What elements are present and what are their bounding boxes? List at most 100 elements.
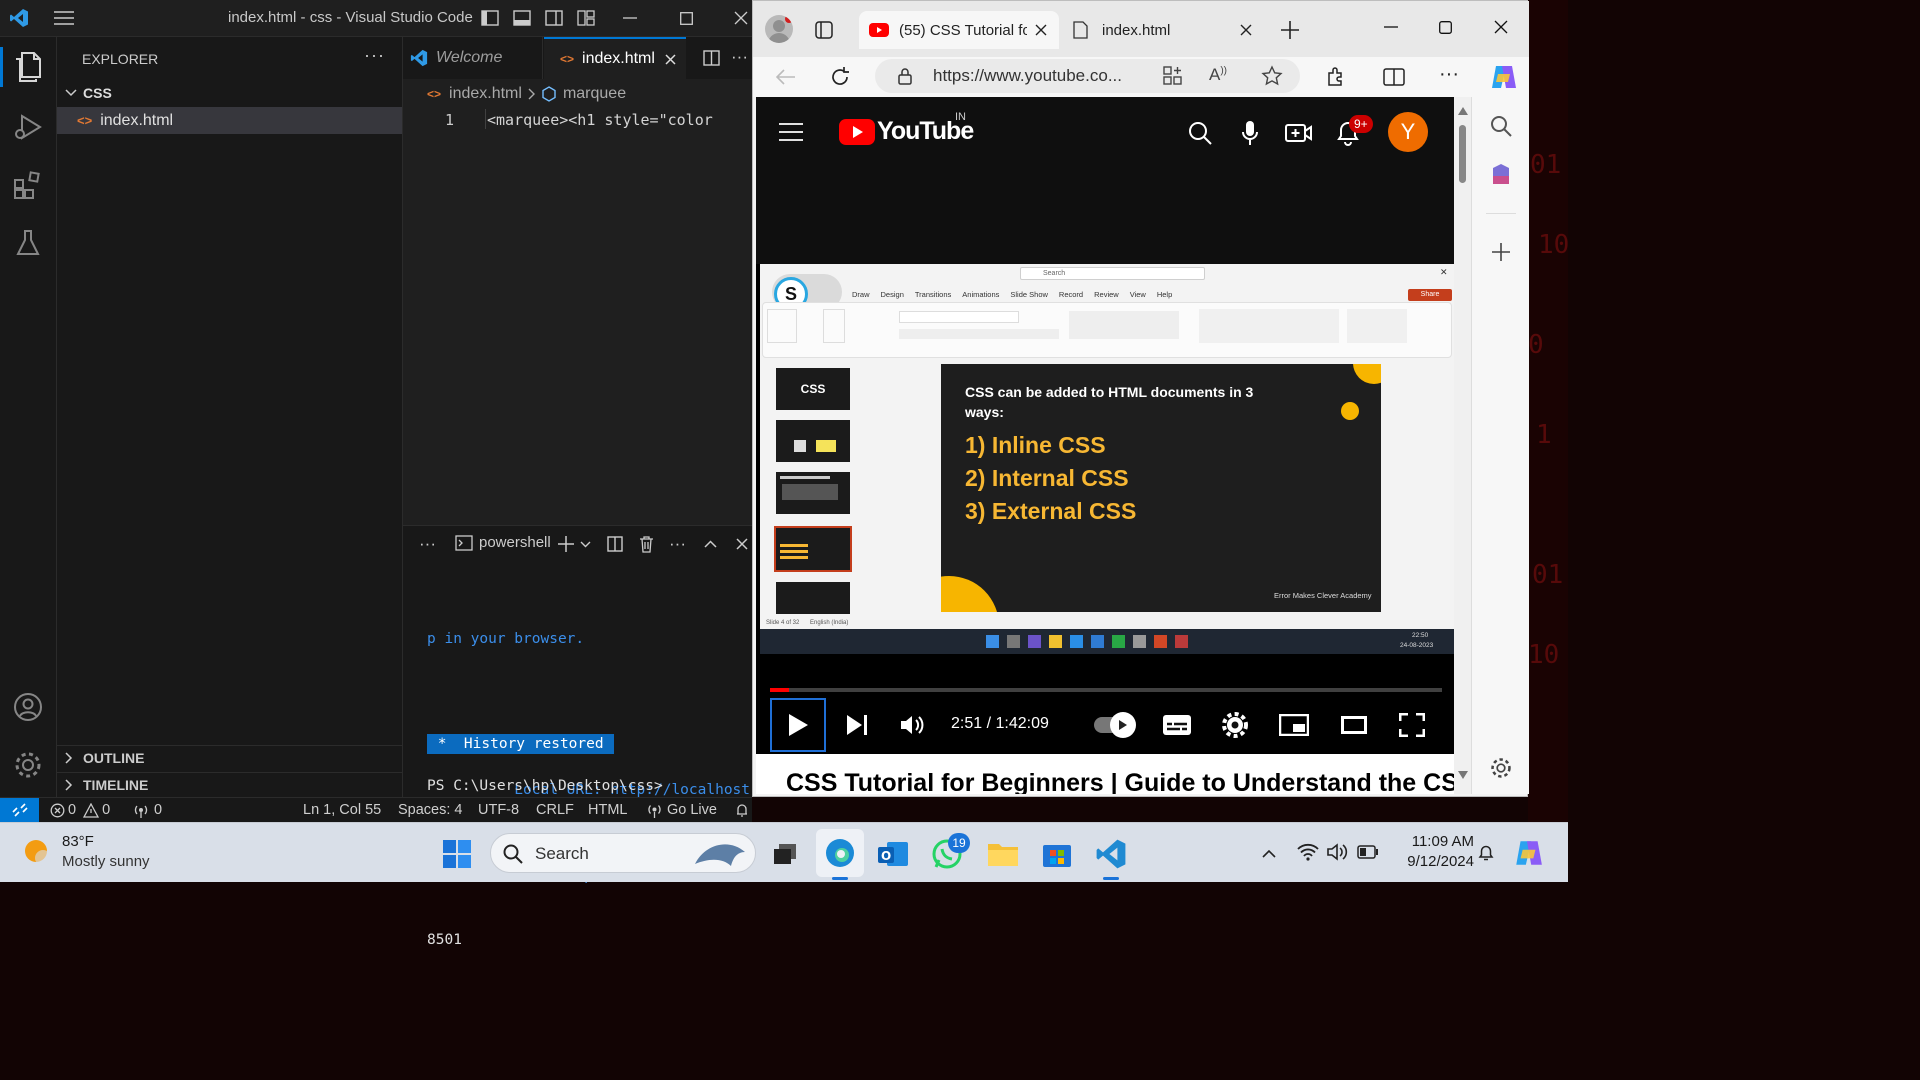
tab-close-icon[interactable] [665, 53, 676, 65]
timeline-section[interactable]: TIMELINE [57, 772, 402, 796]
cursor-position[interactable]: Ln 1, Col 55 [303, 802, 381, 818]
split-editor-icon[interactable] [701, 48, 721, 68]
end-of-line[interactable]: CRLF [536, 802, 574, 818]
editor-more-icon[interactable]: ··· [731, 47, 748, 67]
customize-layout-icon[interactable] [576, 9, 596, 27]
split-screen-icon[interactable] [1381, 64, 1407, 90]
settings-gear-icon[interactable] [1220, 710, 1250, 740]
go-live-button[interactable]: Go Live [647, 802, 717, 818]
tab-actions-icon[interactable] [813, 19, 835, 41]
notification-bell-icon[interactable] [1474, 841, 1498, 865]
read-aloud-icon[interactable]: A)) [1209, 65, 1227, 85]
copilot-icon[interactable] [1487, 61, 1519, 93]
toggle-primary-sidebar-icon[interactable] [480, 9, 500, 27]
app-available-icon[interactable] [1163, 66, 1183, 86]
new-tab-icon[interactable] [1279, 19, 1301, 41]
youtube-logo[interactable]: YouTube IN [839, 111, 974, 146]
battery-icon[interactable] [1356, 841, 1380, 863]
search-icon[interactable] [1186, 119, 1214, 147]
account-avatar[interactable]: Y [1388, 112, 1428, 152]
page-scrollbar[interactable] [1454, 97, 1471, 794]
maximize-icon[interactable] [1433, 17, 1457, 37]
taskbar-store-icon[interactable] [1040, 837, 1074, 871]
favorite-star-icon[interactable] [1261, 65, 1283, 87]
taskbar-task-view-icon[interactable] [768, 837, 802, 871]
tab-close-icon[interactable] [1035, 24, 1047, 36]
scroll-up-arrow-icon[interactable] [1458, 107, 1468, 115]
browser-tab-index-html[interactable]: index.html [1065, 11, 1261, 49]
start-windows-icon[interactable] [440, 837, 474, 871]
notifications-bell-icon[interactable] [735, 803, 749, 818]
scroll-down-arrow-icon[interactable] [1458, 771, 1468, 779]
voice-search-mic-icon[interactable] [1236, 119, 1264, 147]
browser-tab-youtube[interactable]: (55) CSS Tutorial for [859, 11, 1059, 49]
toggle-panel-icon[interactable] [512, 9, 532, 27]
miniplayer-icon[interactable] [1278, 710, 1310, 740]
terminal-shell-tab[interactable]: powershell [455, 534, 551, 551]
tab-welcome[interactable]: Welcome [403, 37, 543, 79]
close-icon[interactable] [730, 8, 752, 28]
sidebar-settings-gear-icon[interactable] [1488, 755, 1514, 781]
new-terminal-icon[interactable] [556, 534, 576, 554]
problems-indicator[interactable]: 0 0 [50, 802, 110, 818]
folder-css[interactable]: CSS [57, 81, 402, 105]
language-mode[interactable]: HTML [588, 802, 627, 818]
close-icon[interactable] [1489, 17, 1513, 37]
sidebar-games-icon[interactable] [1488, 161, 1514, 187]
profile-avatar[interactable] [765, 15, 793, 43]
create-video-icon[interactable] [1284, 119, 1314, 147]
minimize-icon[interactable] [618, 8, 642, 28]
remote-indicator[interactable] [0, 798, 39, 822]
address-bar[interactable]: https://www.youtube.co... A)) [875, 59, 1300, 93]
breadcrumb-symbol[interactable]: marquee [563, 85, 626, 103]
taskbar-edge-icon[interactable] [816, 829, 864, 877]
run-debug-icon[interactable] [10, 107, 46, 147]
split-terminal-icon[interactable] [605, 534, 625, 554]
explorer-more-icon[interactable]: ··· [364, 45, 385, 66]
play-button[interactable] [770, 698, 826, 752]
menu-icon[interactable] [52, 7, 76, 29]
clock[interactable]: 11:09 AM 9/12/2024 [1390, 833, 1474, 875]
tab-index-html[interactable]: <> index.html [544, 37, 686, 79]
subtitles-cc-icon[interactable] [1160, 710, 1194, 740]
maximize-panel-icon[interactable] [701, 535, 719, 553]
ports-indicator[interactable]: 0 [133, 802, 162, 818]
video-player[interactable]: Search ✕ S Draw Design Transitions Anima… [756, 264, 1454, 754]
file-item-index-html[interactable]: <> index.html [57, 107, 402, 134]
fullscreen-icon[interactable] [1396, 710, 1428, 740]
tab-close-icon[interactable] [1240, 24, 1252, 36]
extensions-puzzle-icon[interactable] [1323, 64, 1349, 90]
settings-more-icon[interactable]: ··· [1439, 63, 1459, 86]
progress-bar[interactable] [770, 688, 1442, 692]
breadcrumb-file[interactable]: index.html [449, 85, 522, 103]
toggle-secondary-sidebar-icon[interactable] [544, 9, 564, 27]
back-arrow-icon[interactable] [773, 65, 799, 89]
maximize-icon[interactable] [674, 8, 698, 28]
terminal-dropdown-icon[interactable] [578, 534, 592, 554]
taskbar-file-explorer-icon[interactable] [986, 837, 1020, 871]
kill-terminal-trash-icon[interactable] [636, 534, 656, 554]
taskbar-vscode-icon[interactable] [1092, 835, 1130, 873]
terminal-prompt[interactable]: PS C:\Users\hp\Desktop\css> [427, 778, 663, 794]
explorer-icon[interactable] [10, 47, 46, 87]
volume-speaker-icon[interactable] [1326, 841, 1350, 863]
copilot-taskbar-icon[interactable] [1510, 835, 1546, 871]
autoplay-toggle[interactable] [1094, 712, 1136, 738]
minimize-icon[interactable] [1379, 17, 1403, 37]
wifi-icon[interactable] [1296, 841, 1320, 863]
testing-icon[interactable] [10, 223, 46, 263]
taskbar-search-box[interactable]: Search [490, 833, 756, 873]
panel-more-icon[interactable]: ··· [419, 534, 436, 554]
indentation[interactable]: Spaces: 4 [398, 802, 463, 818]
terminal-more-icon[interactable]: ··· [669, 534, 686, 554]
next-video-button[interactable] [842, 710, 872, 740]
encoding[interactable]: UTF-8 [478, 802, 519, 818]
weather-widget[interactable]: 83°F Mostly sunny [20, 831, 170, 875]
sidebar-add-icon[interactable] [1488, 239, 1514, 265]
scroll-thumb[interactable] [1459, 125, 1466, 183]
sidebar-search-icon[interactable] [1488, 113, 1514, 139]
code-line[interactable]: <marquee><h1 style="color [487, 111, 752, 129]
accounts-icon[interactable] [10, 687, 46, 727]
theater-mode-icon[interactable] [1338, 710, 1370, 740]
video-title[interactable]: CSS Tutorial for Beginners | Guide to Un… [786, 769, 1454, 794]
